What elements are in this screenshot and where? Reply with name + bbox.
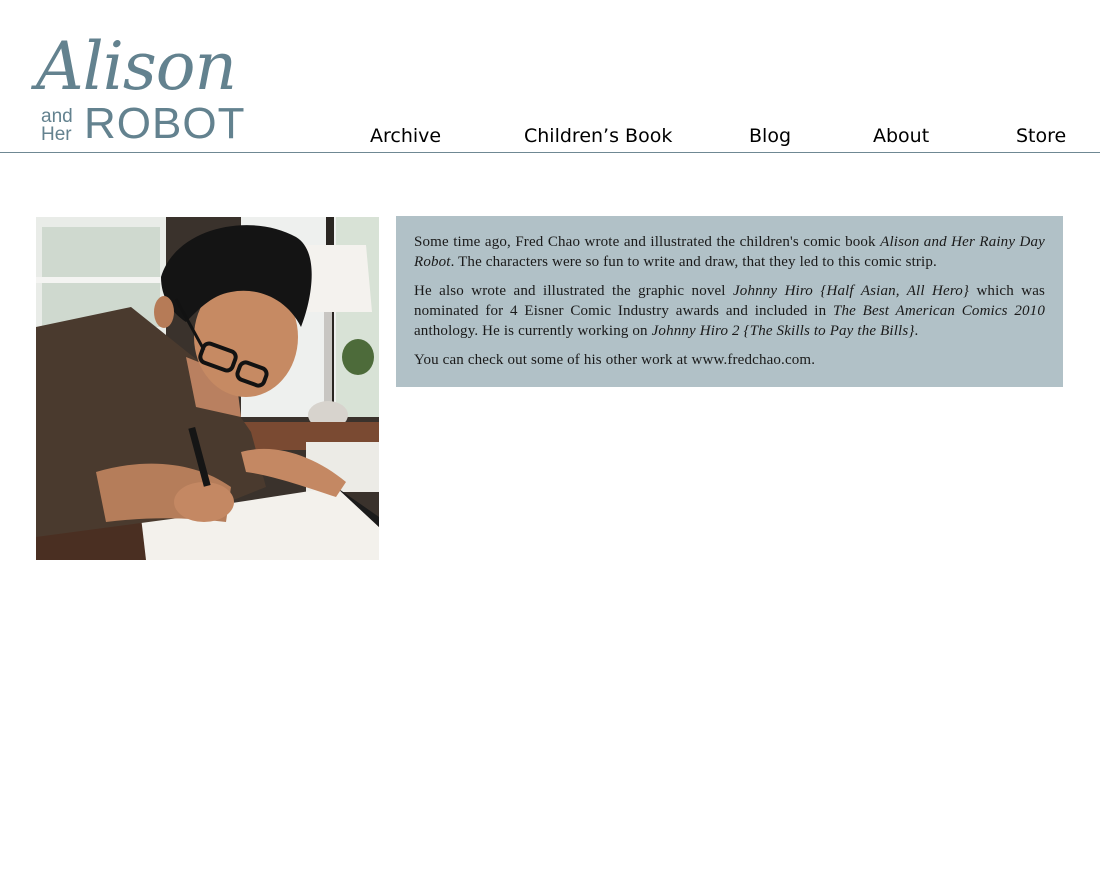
nav-store[interactable]: Store [1016,124,1066,148]
author-photo [36,217,379,560]
bio-p2-anthology-title: The Best American Comics 2010 [832,303,1045,319]
bio-paragraph-3: You can check out some of his other work… [414,352,816,368]
bio-p1-text-a: Some time ago, Fred Chao wrote and illus… [414,234,881,250]
nav-blog[interactable]: Blog [749,124,791,148]
logo-her-text: Her [41,124,72,145]
logo-script-text: Alison [36,28,237,105]
site-header: Alison and Her ROBOT Archive Children’s … [0,0,1100,153]
bio-panel: Some time ago, Fred Chao wrote and illus… [396,216,1063,387]
nav-childrens-book[interactable]: Children’s Book [524,124,672,148]
bio-p2-text-g: . [914,323,919,339]
author-photo-illustration [36,217,379,560]
nav-about[interactable]: About [873,124,929,148]
bio-paragraph-1: Some time ago, Fred Chao wrote and illus… [414,232,1045,272]
bio-p2-novel-title: Johnny Hiro {Half Asian, All Hero} [733,283,970,299]
bio-p2-sequel-title: Johnny Hiro 2 {The Skills to Pay the Bil… [651,323,915,339]
bio-p2-text-a: He also wrote and illustrated the graphi… [414,283,733,299]
nav-archive[interactable]: Archive [370,124,441,148]
logo-robot-text: ROBOT [84,99,246,148]
bio-p1-text-c: . The characters were so fun to write an… [450,254,937,270]
bio-p2-text-e: anthology. He is currently working on [414,323,652,339]
site-logo[interactable]: Alison and Her ROBOT [36,34,261,146]
bio-paragraph-2: He also wrote and illustrated the graphi… [414,281,1045,341]
